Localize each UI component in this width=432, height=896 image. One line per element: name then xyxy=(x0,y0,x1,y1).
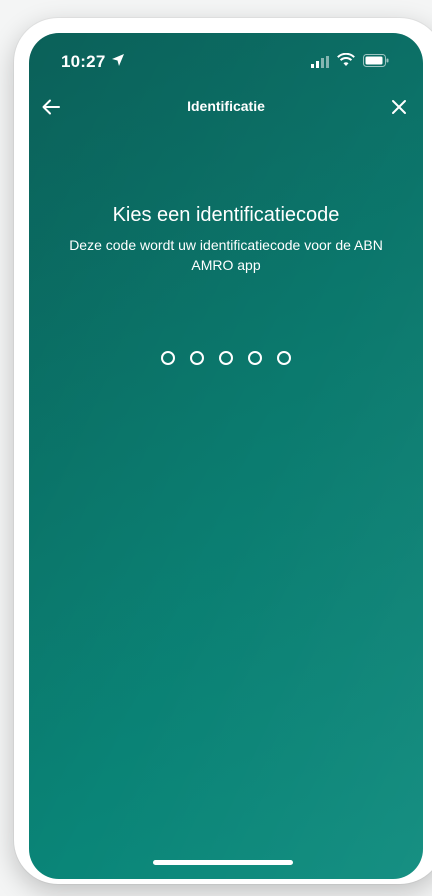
app-screen: 10:27 Identificatie Kies een identificat… xyxy=(29,33,423,879)
pin-dot xyxy=(161,351,175,365)
pin-dot xyxy=(248,351,262,365)
home-indicator[interactable] xyxy=(153,860,293,865)
wifi-icon xyxy=(337,53,355,66)
screen-subtitle: Deze code wordt uw identificatiecode voo… xyxy=(69,237,383,273)
main-content: Kies een identificatiecode Deze code wor… xyxy=(29,201,423,275)
pin-dot xyxy=(190,351,204,365)
page-title: Identificatie xyxy=(187,98,265,114)
battery-icon xyxy=(363,54,389,67)
pin-dot xyxy=(219,351,233,365)
cellular-signal-icon xyxy=(311,56,329,68)
pin-code-indicator[interactable] xyxy=(29,351,423,365)
status-bar: 10:27 xyxy=(29,33,423,89)
location-arrow-icon xyxy=(112,54,124,66)
pin-dot xyxy=(277,351,291,365)
status-time: 10:27 xyxy=(61,52,106,71)
screen-heading: Kies een identificatiecode xyxy=(112,204,340,226)
close-icon[interactable] xyxy=(387,95,411,119)
navigation-bar: Identificatie xyxy=(29,89,423,125)
